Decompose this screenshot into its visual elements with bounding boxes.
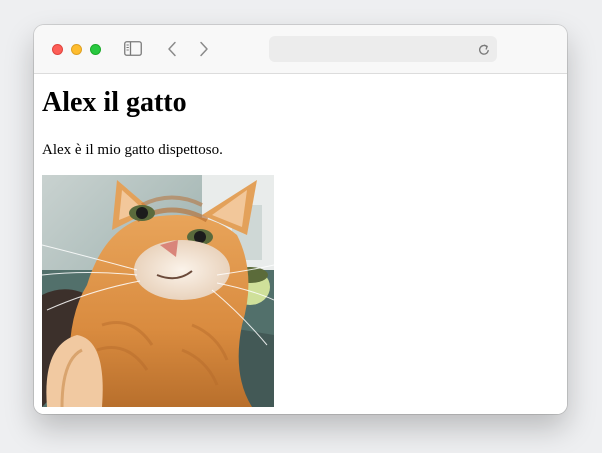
page-title: Alex il gatto — [42, 87, 187, 118]
browser-window: Alex il gatto Alex è il mio gatto dispet… — [34, 25, 567, 414]
close-button[interactable] — [52, 44, 63, 55]
chevron-left-icon[interactable] — [167, 41, 177, 57]
browser-toolbar — [34, 25, 567, 74]
address-bar[interactable] — [269, 36, 497, 62]
cat-photo — [42, 175, 274, 407]
page-content: Alex il gatto Alex è il mio gatto dispet… — [34, 74, 567, 414]
page-paragraph: Alex è il mio gatto dispettoso. — [42, 142, 223, 158]
sidebar-icon[interactable] — [124, 41, 142, 56]
reload-icon[interactable] — [477, 42, 491, 56]
chevron-right-icon[interactable] — [199, 41, 209, 57]
zoom-button[interactable] — [90, 44, 101, 55]
minimize-button[interactable] — [71, 44, 82, 55]
